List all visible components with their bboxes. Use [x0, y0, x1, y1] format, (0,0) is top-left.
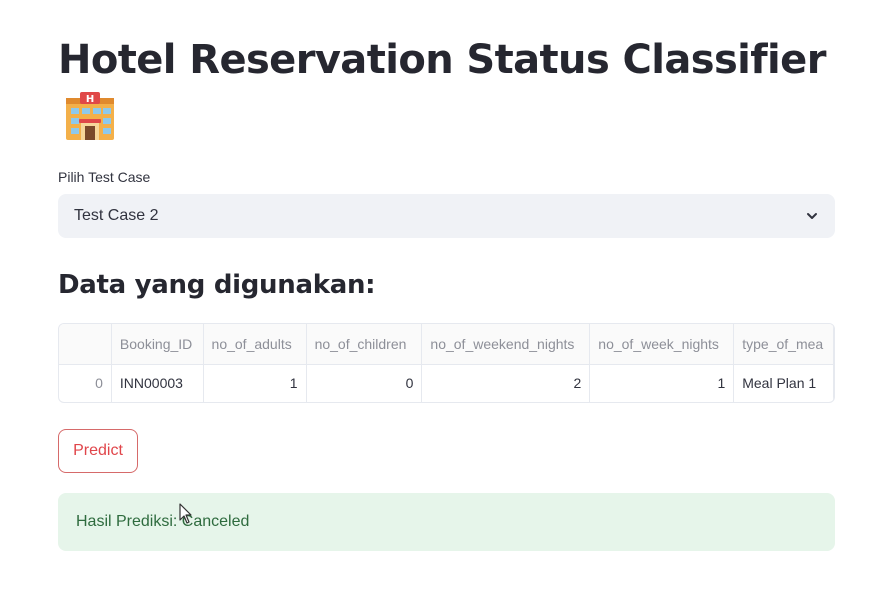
data-table[interactable]: Booking_ID no_of_adults no_of_children n…: [58, 323, 835, 403]
table-cell[interactable]: 2: [421, 364, 591, 402]
table-cell[interactable]: 0: [306, 364, 423, 402]
chevron-down-icon[interactable]: [805, 209, 819, 223]
table-cell[interactable]: 1: [203, 364, 307, 402]
table-cell[interactable]: 1: [589, 364, 735, 402]
column-header[interactable]: no_of_weekend_nights: [421, 324, 591, 365]
mouse-cursor-icon: [179, 503, 192, 524]
table-row: 0 INN00003 1 0 2 1 Meal Plan 1: [59, 364, 834, 402]
column-header[interactable]: no_of_children: [306, 324, 423, 365]
predict-button[interactable]: Predict: [58, 429, 138, 473]
page-title: Hotel Reservation Status Classifier: [58, 37, 826, 83]
prediction-result-text: Hasil Prediksi: Canceled: [76, 513, 250, 530]
test-case-label: Pilih Test Case: [58, 169, 151, 185]
column-header[interactable]: no_of_week_nights: [589, 324, 735, 365]
hotel-emoji-icon: H: [66, 92, 114, 140]
data-section-heading: Data yang digunakan:: [58, 270, 376, 300]
svg-text:H: H: [86, 94, 94, 105]
row-index-cell[interactable]: 0: [59, 364, 112, 402]
test-case-select[interactable]: Test Case 2: [58, 194, 835, 238]
selected-test-case: Test Case 2: [74, 207, 159, 224]
table-header-row: Booking_ID no_of_adults no_of_children n…: [59, 324, 834, 365]
column-header[interactable]: [59, 324, 112, 365]
table-cell[interactable]: Meal Plan 1: [733, 364, 834, 402]
column-header[interactable]: no_of_adults: [203, 324, 307, 365]
prediction-result-alert: Hasil Prediksi: Canceled: [58, 493, 835, 551]
column-header[interactable]: type_of_mea: [733, 324, 834, 365]
table-cell[interactable]: INN00003: [111, 364, 204, 402]
column-header[interactable]: Booking_ID: [111, 324, 204, 365]
